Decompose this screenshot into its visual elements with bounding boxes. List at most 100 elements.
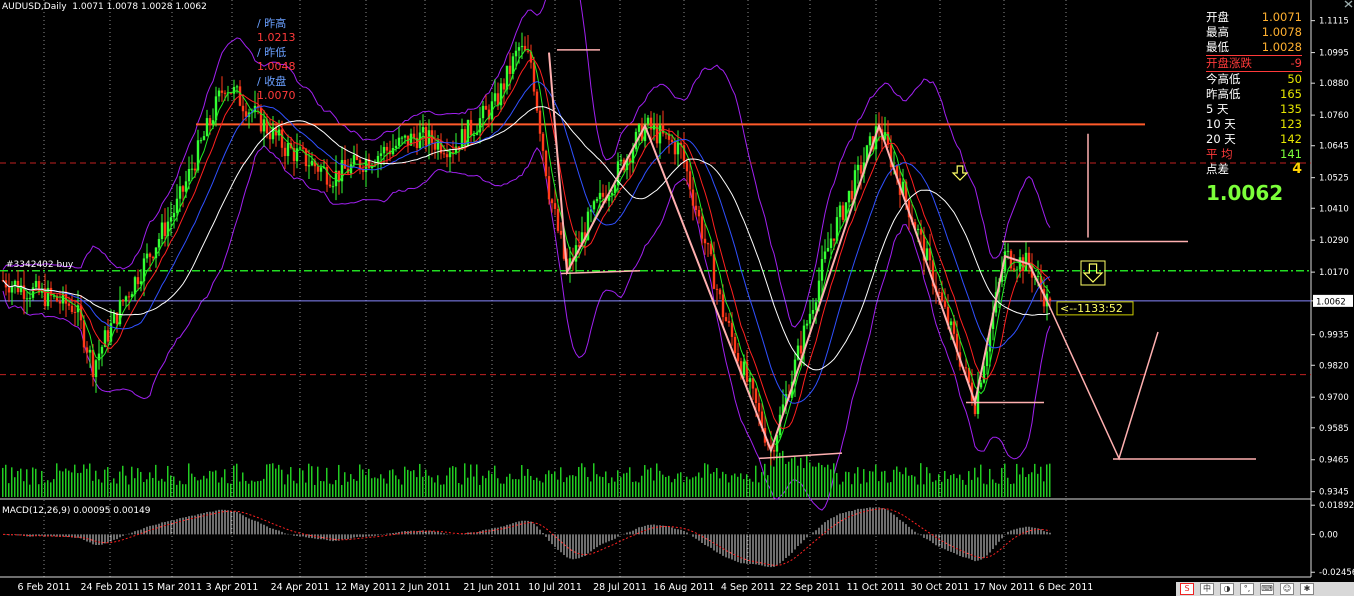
- candle-body: [691, 189, 695, 206]
- candle-body: [472, 134, 476, 136]
- close-icon[interactable]: [1343, 0, 1354, 8]
- ime-moon-icon[interactable]: ◑: [1220, 583, 1234, 595]
- candle-body: [199, 140, 203, 142]
- volume-bar: [668, 475, 670, 497]
- price-tick: 1.1115: [1319, 17, 1349, 27]
- volume-bar: [626, 472, 628, 497]
- candle-body: [544, 150, 548, 177]
- volume-bar: [878, 481, 880, 497]
- volume-bar: [644, 465, 646, 497]
- volume-bar: [584, 467, 586, 497]
- candle-body: [379, 153, 383, 156]
- volume-bar: [1001, 467, 1003, 497]
- candle-body: [94, 360, 98, 378]
- keyboard-icon[interactable]: ⌨: [1260, 583, 1274, 595]
- volume-bar: [425, 469, 427, 497]
- volume-bar: [416, 477, 418, 497]
- candle-body: [121, 299, 125, 302]
- volume-bar: [866, 482, 868, 497]
- volume-bar: [977, 477, 979, 497]
- candle-body: [556, 208, 560, 231]
- volume-bar: [758, 482, 760, 497]
- ime-zh-icon[interactable]: 中: [1200, 583, 1214, 595]
- candle-body: [328, 184, 332, 187]
- volume-bar: [863, 469, 865, 497]
- volume-bar: [716, 468, 718, 497]
- volume-bar: [20, 468, 22, 497]
- stats-label: 最高: [1206, 25, 1229, 39]
- volume-bar: [410, 471, 412, 497]
- candle-body: [445, 154, 449, 158]
- volume-bar: [287, 474, 289, 497]
- volume-bar: [689, 479, 691, 497]
- volume-bar: [122, 465, 124, 497]
- volume-bar: [743, 479, 745, 497]
- stats-row: 20 天 142: [1206, 132, 1302, 147]
- candle-body: [559, 230, 563, 235]
- volume-bar: [971, 479, 973, 497]
- volume-bar: [797, 465, 799, 497]
- volume-bar: [242, 472, 244, 497]
- candle-body: [316, 166, 320, 172]
- volume-bar: [422, 476, 424, 497]
- volume-bar: [641, 475, 643, 497]
- volume-bar: [845, 471, 847, 497]
- volume-bar: [380, 474, 382, 497]
- volume-bar: [632, 481, 634, 497]
- volume-bar: [503, 483, 505, 497]
- volume-bar: [803, 468, 805, 497]
- volume-bar: [176, 484, 178, 497]
- ime-s-icon[interactable]: S: [1180, 583, 1194, 595]
- candle-body: [712, 254, 716, 289]
- stats-label: 20 天: [1206, 132, 1236, 146]
- volume-bar: [959, 474, 961, 497]
- volume-bar: [590, 481, 592, 497]
- candle-body: [532, 62, 536, 92]
- macd-tick: 0.01892: [1319, 501, 1354, 511]
- volume-bar: [83, 464, 85, 497]
- volume-bar: [725, 474, 727, 497]
- candle-body: [598, 192, 602, 200]
- volume-bar: [275, 468, 277, 497]
- candle-body: [25, 298, 29, 300]
- candle-body: [112, 312, 116, 324]
- volume-bar: [458, 483, 460, 497]
- volume-bar: [284, 484, 286, 497]
- volume-bar: [200, 479, 202, 497]
- candle-body: [817, 280, 821, 303]
- candle-body: [925, 248, 929, 261]
- volume-bar: [290, 467, 292, 497]
- ime-punct-icon[interactable]: °,: [1240, 583, 1254, 595]
- prev-high-value: 1.0213: [257, 31, 296, 44]
- candle-body: [223, 92, 227, 94]
- volume-bar: [575, 476, 577, 497]
- volume-bar: [146, 479, 148, 497]
- volume-bar: [752, 481, 754, 497]
- volume-bar: [989, 468, 991, 497]
- volume-bar: [29, 484, 31, 497]
- volume-bar: [278, 464, 280, 497]
- volume-bar: [251, 480, 253, 497]
- candle-body: [553, 203, 557, 209]
- settings-icon[interactable]: ✱: [1300, 583, 1314, 595]
- stats-value: 141: [1280, 147, 1302, 161]
- volume-bar: [5, 464, 7, 497]
- candle-body: [850, 190, 854, 200]
- volume-bar: [74, 464, 76, 497]
- candle-body: [208, 118, 212, 125]
- candle-body: [952, 321, 956, 334]
- candle-body: [703, 238, 707, 244]
- volume-bar: [680, 472, 682, 497]
- volume-bar: [497, 478, 499, 497]
- volume-bar: [746, 474, 748, 497]
- date-tick: 24 Apr 2011: [271, 582, 330, 593]
- volume-bar: [260, 480, 262, 497]
- candle-body: [157, 238, 161, 248]
- volume-bar: [71, 472, 73, 497]
- candle-body: [541, 133, 545, 151]
- user-icon[interactable]: ☺: [1280, 583, 1294, 595]
- volume-bar: [230, 483, 232, 497]
- volume-bar: [662, 474, 664, 497]
- volume-bar: [842, 481, 844, 497]
- volume-bar: [890, 482, 892, 497]
